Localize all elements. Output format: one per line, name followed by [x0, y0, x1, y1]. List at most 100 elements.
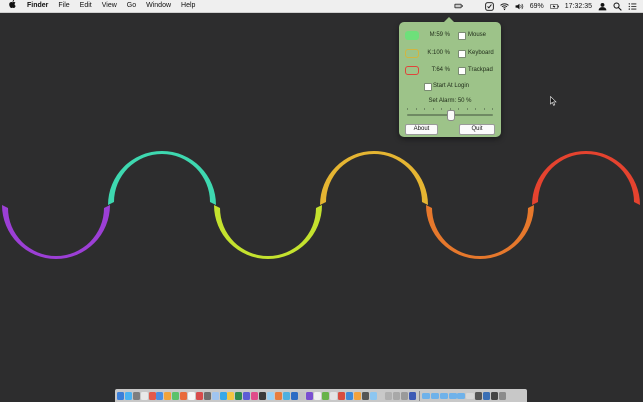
trackpad-checkbox[interactable] — [458, 67, 466, 75]
red-wave-segment — [532, 151, 640, 205]
lime-wave-segment — [214, 205, 322, 259]
app-name-menu[interactable]: Finder — [24, 0, 53, 12]
popover-arrow — [444, 17, 454, 22]
dock-trash-icon[interactable] — [498, 391, 506, 400]
mouse-checkbox[interactable] — [458, 32, 466, 40]
slider-tick — [424, 108, 425, 110]
dock-app-icon[interactable] — [259, 391, 267, 400]
slider-tick — [458, 108, 459, 110]
dock-app-icon[interactable] — [117, 391, 124, 400]
menu-view[interactable]: View — [97, 0, 122, 12]
dock-folder-icon[interactable] — [448, 392, 457, 399]
dock-trash-icon[interactable] — [490, 391, 498, 400]
dock-app-icon[interactable] — [251, 391, 259, 400]
yellow-wave-segment — [320, 151, 428, 205]
keyboard-row: K:100 % Keyboard — [399, 48, 501, 60]
start-at-login-label[interactable]: Start At Login — [433, 83, 469, 89]
menu-help[interactable]: Help — [176, 0, 200, 12]
dock-app-icon[interactable] — [148, 391, 156, 400]
slider-tick — [441, 108, 442, 110]
trackpad-battery-value: T:64 % — [431, 67, 450, 73]
dock-folder-icon[interactable] — [430, 392, 439, 399]
dock-app-icon[interactable] — [337, 391, 345, 400]
clock[interactable]: 17:32:35 — [565, 3, 592, 10]
dock-app-icon[interactable] — [290, 391, 298, 400]
list-icon[interactable] — [628, 2, 637, 11]
teal-wave-segment — [108, 151, 216, 205]
keyboard-battery-value: K:100 % — [427, 50, 450, 56]
dock-trash-icon[interactable] — [475, 391, 483, 400]
dock-folder-icon[interactable] — [421, 392, 430, 399]
dock-trash-icon[interactable] — [483, 391, 491, 400]
battery-percent[interactable]: 69% — [530, 3, 544, 10]
dock-app-icon[interactable] — [401, 391, 409, 400]
dock-app-icon[interactable] — [274, 391, 282, 400]
user-icon[interactable] — [598, 2, 607, 11]
purple-wave-segment — [2, 205, 110, 259]
menu-window[interactable]: Window — [141, 0, 176, 12]
dock-app-icon[interactable] — [377, 391, 385, 400]
mouse-battery-value: M:59 % — [429, 32, 450, 38]
dock-app-icon[interactable] — [132, 391, 140, 400]
dock-separator — [418, 390, 420, 401]
dock-app-icon[interactable] — [408, 391, 416, 400]
dock-app-icon[interactable] — [124, 391, 132, 400]
wifi-icon[interactable] — [499, 2, 509, 11]
dock-app-icon[interactable] — [243, 391, 251, 400]
dock-app-icon[interactable] — [385, 391, 393, 400]
mouse-battery-icon — [405, 31, 419, 40]
dock-app-icon[interactable] — [298, 391, 306, 400]
dock-app-icon[interactable] — [393, 391, 401, 400]
battery-app-icon[interactable] — [454, 2, 463, 11]
dock-folder-icon[interactable] — [466, 392, 475, 399]
dock-app-icon[interactable] — [361, 391, 369, 400]
dock-app-icon[interactable] — [282, 391, 290, 400]
dock-app-icon[interactable] — [180, 391, 188, 400]
dock-app-icon[interactable] — [156, 391, 164, 400]
start-at-login-checkbox[interactable] — [424, 83, 432, 91]
dock-app-icon[interactable] — [203, 391, 211, 400]
keyboard-checkbox-label[interactable]: Keyboard — [468, 50, 494, 56]
status-area: 69% 17:32:35 — [454, 0, 637, 12]
volume-icon[interactable] — [515, 2, 524, 11]
menu-go[interactable]: Go — [122, 0, 141, 12]
dock-app-icon[interactable] — [195, 391, 203, 400]
dock-app-icon[interactable] — [235, 391, 243, 400]
dock-app-icon[interactable] — [266, 391, 274, 400]
dock — [115, 389, 527, 402]
desktop: Finder File Edit View Go Window Help 69% — [0, 0, 643, 402]
dock-app-icon[interactable] — [227, 391, 235, 400]
dock-app-icon[interactable] — [345, 391, 353, 400]
dock-app-icon[interactable] — [172, 391, 180, 400]
dock-app-icon[interactable] — [314, 391, 322, 400]
battery-popover: M:59 % Mouse K:100 % Keyboard T:64 % Tra… — [399, 17, 501, 137]
alarm-slider-thumb[interactable] — [447, 110, 455, 121]
dock-app-icon[interactable] — [306, 391, 314, 400]
dock-folder-icon[interactable] — [439, 392, 448, 399]
mouse-checkbox-label[interactable]: Mouse — [468, 32, 486, 38]
checkmark-icon[interactable] — [484, 1, 494, 11]
trackpad-row: T:64 % Trackpad — [399, 65, 501, 77]
slider-tick — [407, 108, 408, 110]
battery-icon[interactable] — [549, 2, 559, 11]
menu-edit[interactable]: Edit — [75, 0, 97, 12]
dock-app-icon[interactable] — [219, 391, 227, 400]
about-button[interactable]: About — [405, 124, 438, 135]
slider-tick — [415, 108, 417, 110]
menu-file[interactable]: File — [53, 0, 74, 12]
dock-app-icon[interactable] — [164, 391, 172, 400]
dock-app-icon[interactable] — [369, 391, 377, 400]
dock-app-icon[interactable] — [211, 391, 219, 400]
quit-button[interactable]: Quit — [459, 124, 495, 135]
trackpad-checkbox-label[interactable]: Trackpad — [468, 67, 493, 73]
dock-app-icon[interactable] — [322, 391, 330, 400]
keyboard-checkbox[interactable] — [458, 50, 466, 58]
dock-app-icon[interactable] — [188, 391, 196, 400]
dock-folder-icon[interactable] — [457, 392, 466, 399]
search-icon[interactable] — [613, 1, 622, 11]
dock-app-icon[interactable] — [140, 391, 148, 400]
dock-app-icon[interactable] — [353, 391, 361, 400]
apple-logo-icon[interactable] — [0, 0, 24, 12]
orange-wave-segment — [426, 205, 534, 259]
dock-app-icon[interactable] — [330, 391, 338, 400]
